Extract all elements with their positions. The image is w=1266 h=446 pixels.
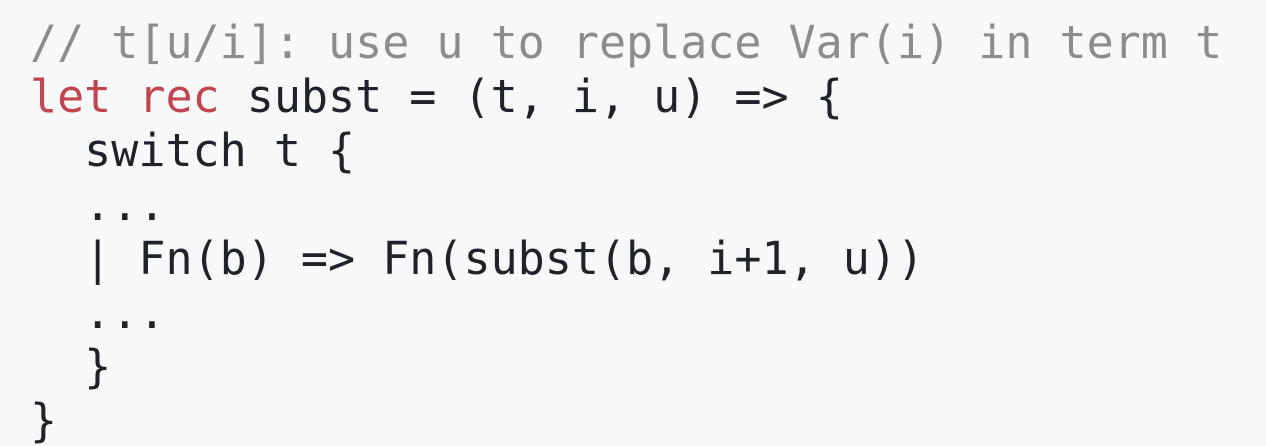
function-signature: subst = (t, i, u) => { xyxy=(246,70,843,123)
keyword-rec: rec xyxy=(138,70,220,123)
code-line-let-rec: let rec subst = (t, i, u) => { xyxy=(30,70,1266,124)
code-line-function-close: } xyxy=(30,394,58,446)
code-line-switch: switch t { xyxy=(30,124,356,177)
code-line-fn-case: | Fn(b) => Fn(subst(b, i+1, u)) xyxy=(30,232,925,285)
code-line-ellipsis-bottom: ... xyxy=(30,286,166,339)
code-comment-line: // t[u/i]: use u to replace Var(i) in te… xyxy=(30,16,1223,69)
code-line-ellipsis-top: ... xyxy=(30,178,166,231)
code-line-switch-close: } xyxy=(30,340,112,393)
keyword-let: let xyxy=(30,70,112,123)
code-block: // t[u/i]: use u to replace Var(i) in te… xyxy=(0,0,1266,446)
